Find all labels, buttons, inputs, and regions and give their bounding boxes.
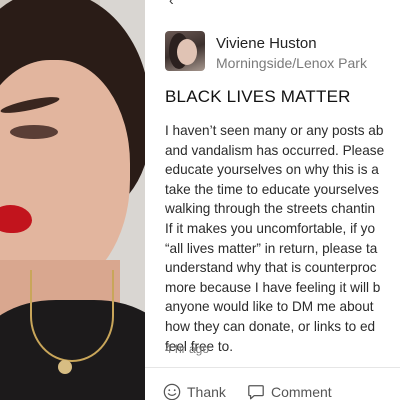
post-body-line: I haven’t seen many or any posts ab [165, 123, 384, 138]
comment-label: Comment [271, 384, 332, 400]
post-card: ‹ Viviene Huston Morningside/Lenox Park … [145, 0, 400, 400]
thank-button[interactable]: Thank [163, 383, 226, 400]
post-body: I haven’t seen many or any posts ab and … [165, 121, 400, 356]
speech-bubble-icon [248, 385, 264, 400]
post-body-line: and vandalism has occurred. Please [165, 142, 385, 158]
post-title: BLACK LIVES MATTER [165, 87, 351, 106]
post-timestamp: 4 hr ago [165, 342, 210, 356]
author-location[interactable]: Morningside/Lenox Park [216, 55, 367, 71]
post-body-line: how they can donate, or links to ed [165, 318, 376, 334]
avatar[interactable] [165, 31, 205, 71]
post-body-line: If it makes you uncomfortable, if yo [165, 220, 376, 236]
author-name[interactable]: Viviene Huston [216, 35, 317, 52]
post-body-line: educate yourselves on why this is a [165, 162, 379, 178]
thank-label: Thank [187, 384, 226, 400]
comment-button[interactable]: Comment [247, 383, 332, 400]
post-body-line: walking through the streets chantin [165, 201, 376, 217]
post-body-line: “all lives matter” in return, please ta [165, 240, 378, 256]
post-body-line: more because I have feeling it will b [165, 279, 381, 295]
profile-photo [0, 0, 145, 400]
post-body-line: understand why that is counterproc [165, 260, 377, 276]
smiley-icon [163, 383, 181, 400]
back-icon[interactable]: ‹ [169, 0, 174, 8]
post-body-line: anyone would like to DM me about [165, 299, 374, 315]
post-body-line: take the time to educate yourselves [165, 181, 379, 197]
divider [145, 367, 400, 368]
